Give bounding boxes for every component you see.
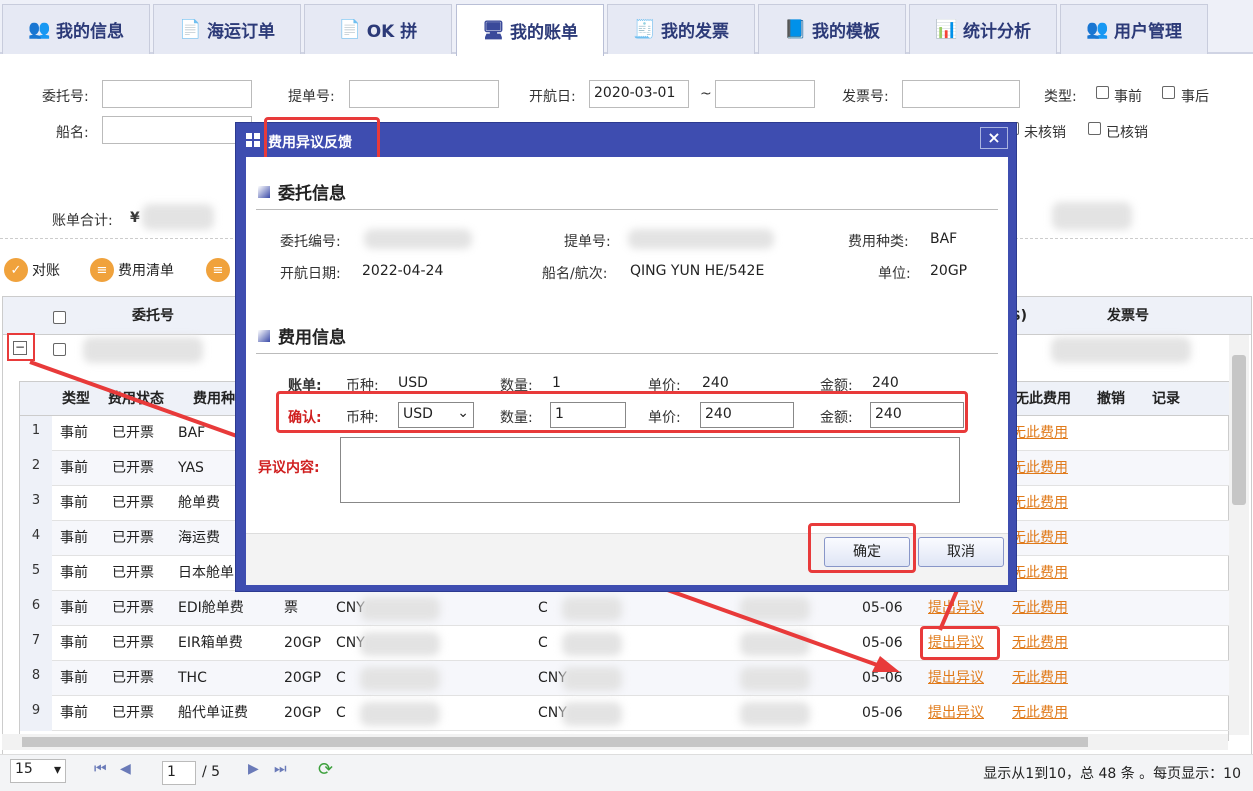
divider xyxy=(256,209,998,210)
fee-dispute-dialog: 费用异议反馈 × 委托信息 委托编号: 提单号: 费用种类: BAF 开航日期:… xyxy=(235,117,1018,592)
amount-input[interactable]: 240 xyxy=(870,402,964,428)
chuan-value: QING YUN HE/542E xyxy=(630,263,765,279)
jine-value: 240 xyxy=(872,375,899,391)
divider xyxy=(256,353,998,354)
kaihang-label: 开航日期: xyxy=(280,266,341,282)
grid-icon xyxy=(246,133,260,147)
square-icon xyxy=(258,185,270,198)
bizhong-value: USD xyxy=(398,375,428,391)
blurred-value xyxy=(364,229,472,249)
danjia-value: 240 xyxy=(702,375,729,391)
danwei-label: 单位: xyxy=(878,266,911,282)
jine-label: 金额: xyxy=(820,410,853,426)
dialog-body: 委托信息 委托编号: 提单号: 费用种类: BAF 开航日期: 2022-04-… xyxy=(246,157,1008,585)
arrow-head-1 xyxy=(872,656,900,672)
chevron-down-icon: ⌄ xyxy=(457,405,469,421)
square-icon xyxy=(258,329,270,342)
close-icon[interactable]: × xyxy=(980,127,1008,149)
weituo-no-label: 委托编号: xyxy=(280,234,341,250)
ok-button[interactable]: 确定 xyxy=(824,537,910,567)
danwei-value: 20GP xyxy=(930,263,968,279)
currency-select[interactable]: USD ⌄ xyxy=(398,402,474,428)
queren-label: 确认: xyxy=(288,410,322,426)
section-weituo: 委托信息 xyxy=(258,179,346,204)
bizhong-label: 币种: xyxy=(346,410,379,426)
dialog-titlebar: 费用异议反馈 × xyxy=(236,117,1018,161)
unit-price-input[interactable]: 240 xyxy=(700,402,794,428)
tidan-label: 提单号: xyxy=(564,234,611,250)
dispute-content-textarea[interactable] xyxy=(340,437,960,503)
shuliang-value: 1 xyxy=(552,375,561,391)
yiyi-label: 异议内容: xyxy=(258,460,320,476)
danjia-label: 单价: xyxy=(648,410,681,426)
cancel-button[interactable]: 取消 xyxy=(918,537,1004,567)
blurred-value xyxy=(628,229,774,249)
shuliang-label: 数量: xyxy=(500,410,533,426)
zhonglei-value: BAF xyxy=(930,231,958,247)
zhonglei-label: 费用种类: xyxy=(848,234,909,250)
title-highlight xyxy=(264,117,380,161)
chuan-label: 船名/航次: xyxy=(542,266,608,282)
quantity-input[interactable]: 1 xyxy=(550,402,626,428)
section-feiyong: 费用信息 xyxy=(258,323,346,348)
kaihang-value: 2022-04-24 xyxy=(362,263,444,279)
